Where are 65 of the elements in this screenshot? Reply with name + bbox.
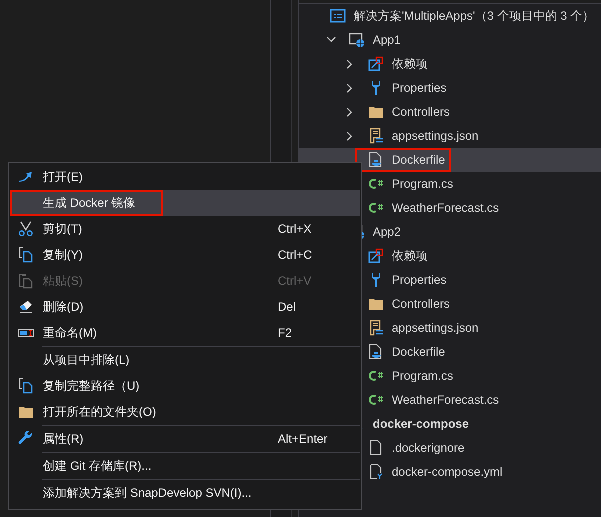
- tree-item-label: App1: [373, 33, 402, 47]
- tree-item-label: docker-compose.yml: [392, 465, 503, 479]
- csharp-file-icon: [368, 176, 384, 192]
- tree-row[interactable]: appsettings.json: [299, 124, 601, 148]
- menu-item[interactable]: 属性(R) Alt+Enter: [10, 426, 360, 452]
- menu-item[interactable]: 复制(Y) Ctrl+C: [10, 242, 360, 268]
- tree-item-label: Controllers: [392, 105, 450, 119]
- tree-item-label: docker-compose: [373, 417, 470, 431]
- shortcut-label: Ctrl+V: [278, 274, 313, 288]
- tree-item-label: Dockerfile: [392, 153, 446, 167]
- tree-row[interactable]: App1: [299, 28, 601, 52]
- docker-file-icon: [368, 152, 384, 168]
- csharp-file-icon: [368, 368, 384, 384]
- copy-icon: [18, 247, 34, 263]
- chevron-right-icon[interactable]: [347, 60, 353, 68]
- scissors-icon: [18, 221, 34, 237]
- wrench-icon: [18, 431, 34, 447]
- tree-item-label: .dockerignore: [392, 441, 465, 455]
- chevron-right-icon[interactable]: [347, 84, 353, 92]
- tree-row[interactable]: Properties: [299, 76, 601, 100]
- tree-item-label: appsettings.json: [392, 321, 479, 335]
- tree-item-label: Properties: [392, 273, 447, 287]
- shortcut-label: F2: [278, 326, 294, 340]
- tree-item-label: Properties: [392, 81, 447, 95]
- shortcut-label: Ctrl+C: [278, 248, 314, 262]
- chevron-down-icon[interactable]: [326, 37, 336, 43]
- tree-item-label: App2: [373, 225, 402, 239]
- tree-row[interactable]: 解决方案'MultipleApps'（3 个项目中的 3 个）: [299, 4, 601, 28]
- tree-item-label: 依赖项: [392, 248, 428, 264]
- tree-row[interactable]: 依赖项: [299, 52, 601, 76]
- tree-item-label: WeatherForecast.cs: [392, 393, 500, 407]
- shortcut-label: Alt+Enter: [278, 432, 329, 446]
- solution-icon: [330, 8, 346, 24]
- tree-item-label: Dockerfile: [392, 345, 446, 359]
- tree-row[interactable]: Dockerfile: [299, 148, 601, 172]
- menu-item[interactable]: 生成 Docker 镜像: [10, 190, 360, 216]
- tree-item-label: WeatherForecast.cs: [392, 201, 500, 215]
- shortcut-label: Ctrl+X: [278, 222, 313, 236]
- yaml-file-icon: [368, 464, 384, 480]
- dependencies-icon: [368, 56, 384, 72]
- tree-item-label: 依赖项: [392, 56, 428, 72]
- paste-icon: [18, 273, 34, 289]
- folder-icon: [18, 404, 34, 420]
- copy-icon: [18, 378, 34, 394]
- settings-file-icon: [368, 128, 384, 144]
- chevron-right-icon[interactable]: [347, 108, 353, 116]
- csharp-file-icon: [368, 392, 384, 408]
- arrow-icon: [18, 169, 34, 185]
- csharp-file-icon: [368, 200, 384, 216]
- tree-item-label: Program.cs: [392, 369, 454, 383]
- globe-window-icon: [349, 32, 365, 48]
- folder-icon: [368, 296, 384, 312]
- file-icon: [368, 440, 384, 456]
- chevron-right-icon[interactable]: [347, 132, 353, 140]
- tree-item-label: 解决方案'MultipleApps'（3 个项目中的 3 个）: [354, 8, 595, 24]
- docker-file-icon: [368, 344, 384, 360]
- dependencies-icon: [368, 248, 384, 264]
- settings-file-icon: [368, 320, 384, 336]
- folder-icon: [368, 104, 384, 120]
- shortcut-label: Del: [278, 300, 298, 314]
- tree-item-label: Controllers: [392, 297, 450, 311]
- eraser-icon: [18, 299, 34, 315]
- tree-item-label: Program.cs: [392, 177, 454, 191]
- tree-row[interactable]: Controllers: [299, 100, 601, 124]
- tree-item-label: appsettings.json: [392, 129, 479, 143]
